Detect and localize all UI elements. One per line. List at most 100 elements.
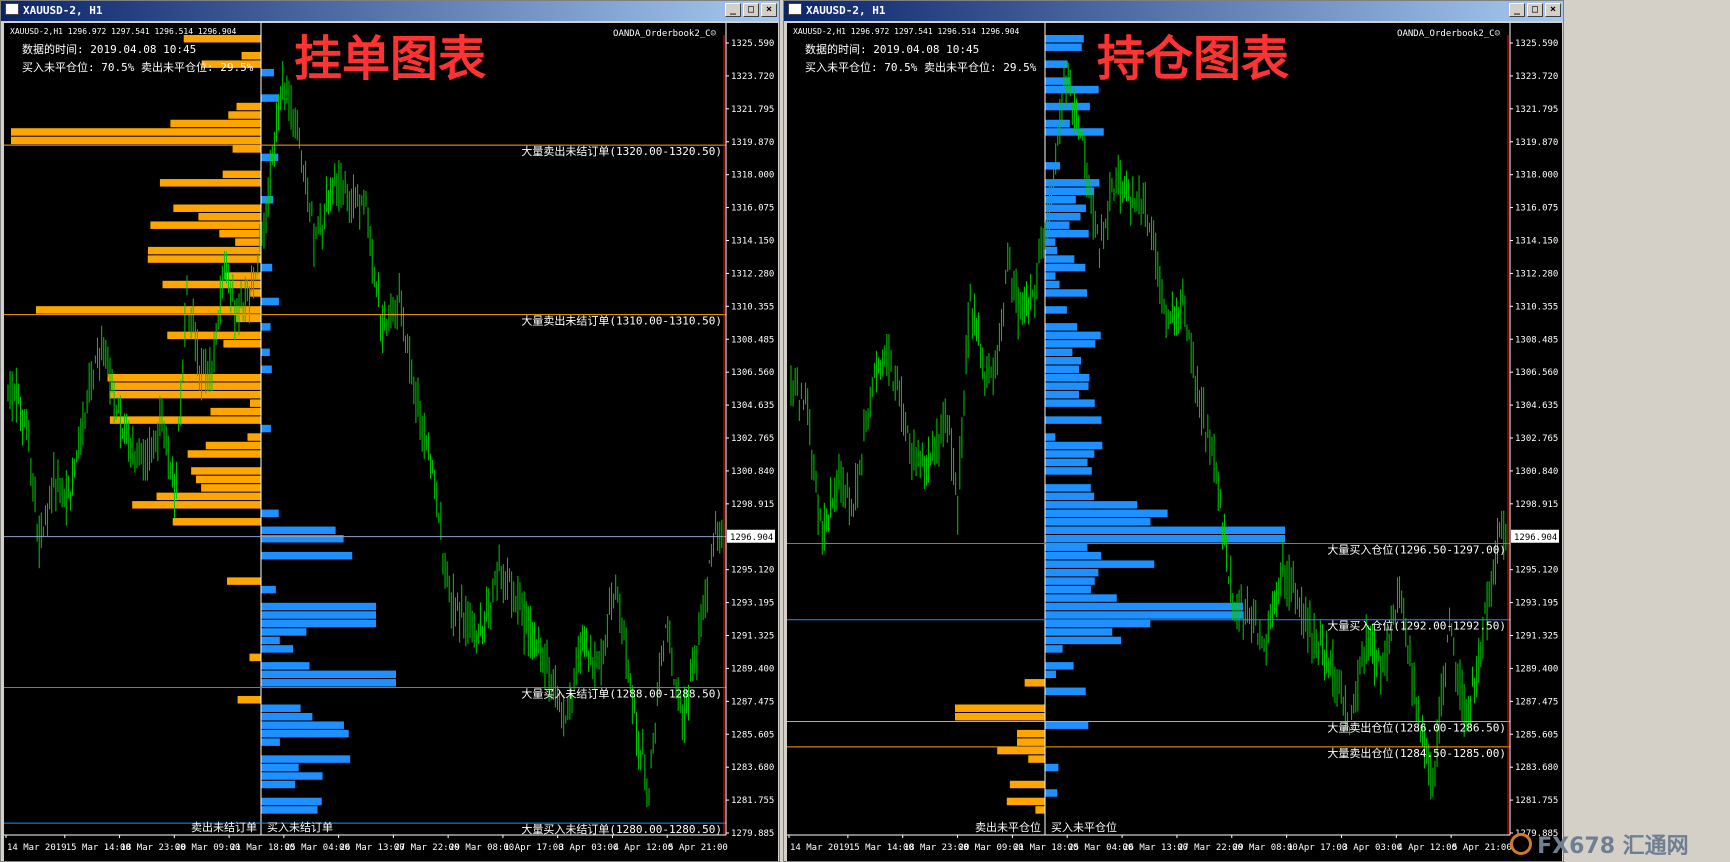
maximize-button[interactable]: □	[743, 3, 759, 17]
buy-bar	[1045, 433, 1056, 441]
chart-window-positions[interactable]: XAUUSD-2, H1 _ □ × 大量买入仓位(1296.50-1297.0…	[783, 0, 1564, 862]
buy-bar	[261, 602, 376, 611]
price-tick-label: 1325.590	[731, 39, 774, 49]
window-titlebar[interactable]: XAUUSD-2, H1 _ □ ×	[1, 1, 779, 21]
sell-bar	[997, 746, 1045, 755]
price-tick-label: 1314.150	[731, 237, 774, 247]
sell-legend-label: 卖出未结订单	[191, 820, 257, 834]
buy-bar	[1045, 501, 1138, 509]
buy-bar	[261, 551, 353, 560]
price-tick-label: 1287.475	[731, 697, 774, 707]
buy-bar	[1045, 526, 1285, 534]
chart-canvas[interactable]: 大量卖出未结订单(1320.00-1320.50) 大量卖出未结订单(1310.0…	[4, 23, 778, 861]
buy-bar	[1045, 687, 1086, 696]
sell-bar	[201, 484, 261, 492]
price-tick-label: 1323.720	[1515, 72, 1558, 82]
buy-bar	[1045, 348, 1073, 357]
price-tick-label: 1321.795	[1515, 105, 1558, 115]
level-label: 大量卖出仓位(1286.00-1286.50)	[1327, 720, 1506, 734]
price-candles	[790, 61, 1509, 800]
level-label: 大量买入仓位(1296.50-1297.00)	[1327, 542, 1506, 556]
sell-bar	[11, 128, 261, 136]
sell-bar	[955, 704, 1045, 712]
buy-bar	[1045, 399, 1095, 407]
window-titlebar[interactable]: XAUUSD-2, H1 _ □ ×	[784, 1, 1563, 21]
background-panel	[1566, 0, 1730, 862]
buy-bar	[261, 611, 376, 619]
buy-bar	[261, 636, 280, 645]
price-tick-label: 1302.765	[1515, 434, 1558, 444]
time-tick-label: 5 Apr 21:00	[668, 843, 728, 853]
buy-bar	[1045, 636, 1122, 645]
sell-bar	[36, 306, 261, 314]
depth-histogram	[955, 35, 1285, 814]
close-button[interactable]: ×	[1545, 3, 1561, 17]
price-tick-label: 1321.795	[731, 105, 774, 115]
buy-bar	[1045, 628, 1113, 636]
sell-bar	[173, 204, 261, 212]
buy-bar	[261, 424, 271, 433]
minimize-button[interactable]: _	[1509, 3, 1525, 17]
price-tick-label: 1318.000	[1515, 171, 1558, 181]
buy-bar	[1045, 43, 1082, 51]
minimize-button[interactable]: _	[725, 3, 741, 17]
buy-bar	[261, 662, 310, 670]
buy-bar	[1045, 340, 1096, 348]
time-tick-label: 1 Apr 17:00	[504, 843, 564, 853]
buy-bar	[261, 526, 336, 534]
sell-bar	[237, 696, 261, 704]
time-tick-label: 5 Apr 21:00	[1452, 843, 1512, 853]
level-label: 大量买入未结订单(1288.00-1288.50)	[521, 687, 722, 701]
sell-bar	[132, 501, 261, 509]
buy-bar	[1045, 789, 1058, 797]
sell-bar	[235, 238, 261, 246]
sell-bar	[227, 577, 261, 585]
sell-bar	[223, 340, 261, 348]
level-label: 大量买入仓位(1292.00-1292.50)	[1327, 619, 1506, 633]
data-time-label: 数据的时间: 2019.04.08 10:45	[805, 42, 979, 56]
buy-bar	[261, 535, 344, 543]
buy-bar	[1045, 484, 1091, 492]
buy-bar	[1045, 102, 1090, 111]
buy-bar	[1045, 492, 1095, 501]
price-tick-label: 1279.885	[731, 829, 774, 839]
price-tick-label: 1306.560	[1515, 368, 1558, 378]
open-positions-label: 买入未平仓位: 70.5% 卖出未平仓位: 29.5%	[22, 60, 254, 74]
sell-bar	[1006, 797, 1045, 806]
buy-bar	[261, 365, 272, 373]
current-price-label: 1296.904	[730, 533, 773, 543]
sell-bar	[187, 450, 261, 458]
buy-bar	[1045, 518, 1151, 526]
sell-bar	[162, 280, 261, 289]
buy-bar	[1045, 289, 1088, 297]
price-tick-label: 1302.765	[731, 434, 774, 444]
indicator-name: OANDA_Orderbook2_C☺	[613, 29, 717, 39]
time-tick-label: 4 Apr 12:00	[613, 843, 673, 853]
close-button[interactable]: ×	[761, 3, 777, 17]
price-tick-label: 1291.325	[1515, 632, 1558, 642]
sell-bar	[109, 416, 261, 424]
price-tick-label: 1281.755	[731, 796, 774, 806]
price-tick-label: 1308.485	[1515, 335, 1558, 345]
buy-bar	[1045, 416, 1102, 424]
sell-bar	[235, 314, 261, 323]
chart-window-orders[interactable]: XAUUSD-2, H1 _ □ × 大量卖出未结订单(1320.00-1320…	[0, 0, 780, 862]
buy-bar	[261, 806, 318, 814]
sell-bar	[183, 35, 261, 43]
buy-bar	[1045, 212, 1081, 221]
level-label: 大量卖出未结订单(1310.00-1310.50)	[521, 314, 722, 328]
sell-bar	[247, 433, 261, 441]
chart-type-title: 持仓图表	[1097, 31, 1289, 87]
buy-bar	[1045, 551, 1102, 560]
sell-bar	[110, 382, 261, 390]
sell-bar	[198, 212, 261, 221]
buy-bar	[261, 729, 349, 738]
time-tick-label: 14 Mar 2019	[790, 843, 850, 853]
window-title: XAUUSD-2, H1	[806, 4, 886, 17]
watermark: FX678 汇通网	[1510, 828, 1720, 859]
maximize-button[interactable]: □	[1527, 3, 1543, 17]
symbol-info: XAUUSD-2,H1 1296.972 1297.541 1296.514 1…	[793, 27, 1020, 36]
buy-bar	[1045, 85, 1099, 94]
chart-canvas[interactable]: 大量买入仓位(1296.50-1297.00) 大量买入仓位(1292.00-12…	[787, 23, 1562, 861]
price-tick-label: 1308.485	[731, 335, 774, 345]
